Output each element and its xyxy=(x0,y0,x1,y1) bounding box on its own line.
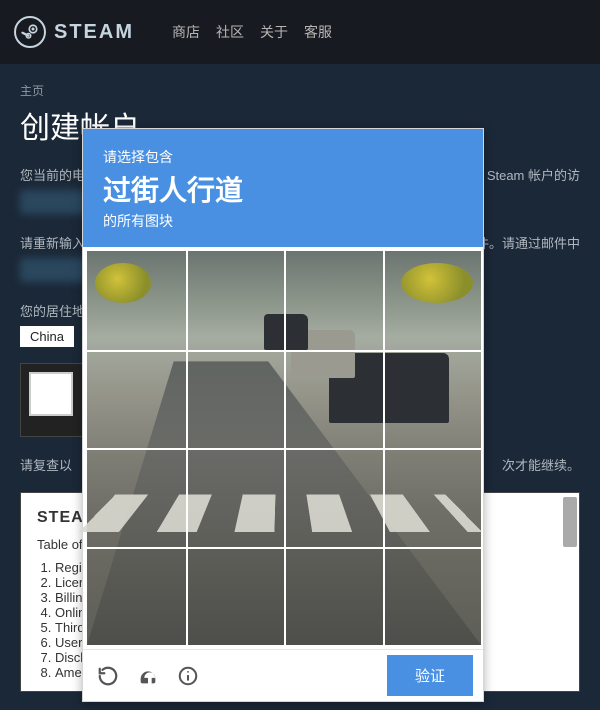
captcha-tile-2-4[interactable] xyxy=(383,350,482,449)
nav-about[interactable]: 关于 xyxy=(260,22,288,42)
country-select[interactable]: China xyxy=(20,326,74,347)
brand-text: STEAM xyxy=(54,21,134,44)
nav-support[interactable]: 客服 xyxy=(304,22,332,42)
nav-community[interactable]: 社区 xyxy=(216,22,244,42)
nav-store[interactable]: 商店 xyxy=(172,22,200,42)
main-nav: 商店 社区 关于 客服 xyxy=(172,22,332,42)
captcha-header: 请选择包含 过街人行道 的所有图块 xyxy=(83,129,483,247)
breadcrumb[interactable]: 主页 xyxy=(20,82,580,99)
audio-icon[interactable] xyxy=(133,661,163,691)
captcha-tile-4-3[interactable] xyxy=(284,547,383,646)
captcha-tile-4-1[interactable] xyxy=(87,547,186,646)
captcha-challenge: 请选择包含 过街人行道 的所有图块 xyxy=(82,128,484,702)
captcha-instruction-1: 请选择包含 xyxy=(103,147,463,167)
steam-logo-icon xyxy=(14,16,46,48)
review-text-left: 请复查以 xyxy=(20,458,72,473)
captcha-tile-2-1[interactable] xyxy=(87,350,186,449)
captcha-image-grid xyxy=(87,251,481,645)
captcha-tile-1-4[interactable] xyxy=(383,251,482,350)
captcha-instruction-2: 的所有图块 xyxy=(103,211,463,231)
verify-button[interactable]: 验证 xyxy=(387,655,473,696)
captcha-tile-3-1[interactable] xyxy=(87,448,186,547)
recaptcha-checkbox[interactable] xyxy=(29,372,73,416)
captcha-target: 过街人行道 xyxy=(103,169,463,209)
captcha-tile-4-4[interactable] xyxy=(383,547,482,646)
captcha-tile-2-3[interactable] xyxy=(284,350,383,449)
scrollbar-thumb[interactable] xyxy=(563,497,577,547)
app-header: STEAM 商店 社区 关于 客服 xyxy=(0,0,600,64)
reemail-label-text: 请重新输入 xyxy=(20,236,85,251)
captcha-tile-3-3[interactable] xyxy=(284,448,383,547)
captcha-tile-3-2[interactable] xyxy=(186,448,285,547)
captcha-tile-4-2[interactable] xyxy=(186,547,285,646)
captcha-tile-1-2[interactable] xyxy=(186,251,285,350)
steam-logo[interactable]: STEAM xyxy=(14,16,134,48)
captcha-tile-2-2[interactable] xyxy=(186,350,285,449)
info-icon[interactable] xyxy=(173,661,203,691)
captcha-tile-1-3[interactable] xyxy=(284,251,383,350)
captcha-tile-3-4[interactable] xyxy=(383,448,482,547)
captcha-tile-1-1[interactable] xyxy=(87,251,186,350)
review-text-right: 次才能继续。 xyxy=(502,455,580,474)
email-label-text: 您当前的电 xyxy=(20,168,85,183)
refresh-icon[interactable] xyxy=(93,661,123,691)
captcha-footer: 验证 xyxy=(83,649,483,701)
